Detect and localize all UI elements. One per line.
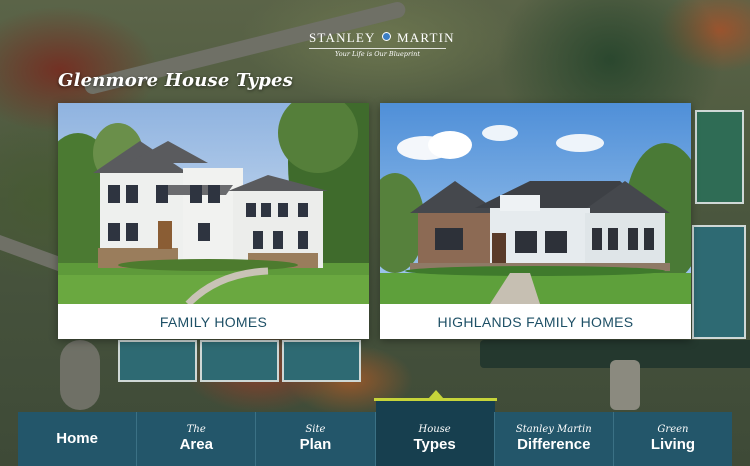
globe-icon [381,32,391,41]
page-title: Glenmore House Types [58,70,294,91]
nav-item-label: Plan [299,436,332,453]
road [60,340,100,410]
nav-item-site-plan[interactable]: Site Plan [256,412,376,466]
nav-item-sublabel: House [418,424,451,435]
nav-item-label: Living [650,436,696,453]
brand-name-right: MARTIN [397,30,455,45]
house-type-card-family-homes[interactable]: FAMILY HOMES [58,103,369,339]
main-navigation: Home The Area Site Plan House Types Stan… [18,390,733,466]
family-home-photo [58,103,369,304]
nav-item-label: Difference [517,436,591,453]
tennis-court [118,340,197,382]
nav-item-home[interactable]: Home [18,412,138,466]
house-type-card-highlands-family-homes[interactable]: HIGHLANDS FAMILY HOMES [380,103,691,339]
nav-item-sublabel: Stanley Martin [515,424,592,435]
tennis-court [200,340,279,382]
highlands-home-photo [380,103,691,304]
nav-item-label: Types [413,436,456,453]
nav-item-the-area[interactable]: The Area [137,412,257,466]
nav-item-house-types[interactable]: House Types [375,412,495,466]
nav-item-label: Home [56,430,98,447]
path [610,360,640,410]
card-label: HIGHLANDS FAMILY HOMES [437,314,634,330]
nav-item-stanley-martin-difference[interactable]: Stanley Martin Difference [494,412,614,466]
brand-tagline: Your Life is Our Blueprint [335,50,420,58]
nav-item-sublabel: Green [657,424,689,435]
brand-name-left: STANLEY [309,30,376,45]
brand-name: STANLEY MARTIN [309,30,454,46]
card-label: FAMILY HOMES [159,314,268,330]
nav-item-sublabel: The [186,424,206,435]
tennis-court [282,340,361,382]
active-tab-raise [374,398,497,412]
tennis-court [692,225,746,339]
nav-item-green-living[interactable]: Green Living [613,412,733,466]
tennis-court [695,110,744,204]
brand-logo[interactable]: STANLEY MARTIN Your Life is Our Blueprin… [309,30,454,58]
nav-item-label: Area [179,436,213,453]
nav-item-sublabel: Site [305,424,326,435]
logo-divider [309,48,446,49]
